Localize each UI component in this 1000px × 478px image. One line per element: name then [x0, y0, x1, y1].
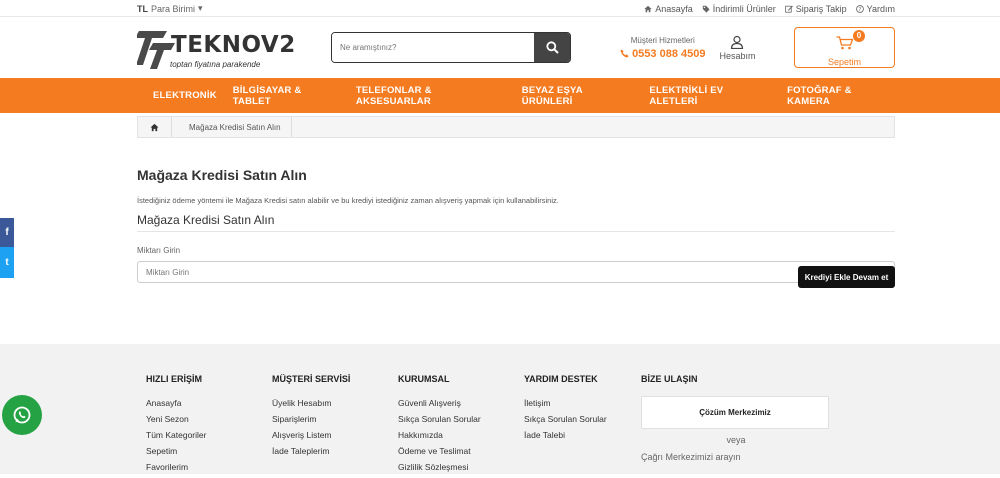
footer-col-help-support: YARDIM DESTEK İletişim Sıkça Sorulan Sor…	[524, 374, 650, 478]
footer-col-quick-access: HIZLI ERİŞİM Anasayfa Yeni Sezon Tüm Kat…	[146, 374, 272, 478]
footer-link[interactable]: Alışveriş Listem	[272, 430, 398, 440]
svg-text:?: ?	[858, 7, 861, 13]
top-link-discounts[interactable]: İndirimli Ürünler	[702, 4, 776, 14]
footer-link[interactable]: Anasayfa	[146, 398, 272, 408]
footer-col-title: BİZE ULAŞIN	[641, 374, 698, 384]
top-link-home[interactable]: Anasayfa	[644, 4, 693, 14]
nav-item-computers-tablets[interactable]: BİLGİSAYAR & TABLET	[233, 85, 340, 107]
cart-button[interactable]: 0 Sepetim	[794, 27, 895, 68]
twitter-icon[interactable]: t	[0, 247, 14, 278]
footer-col-title: YARDIM DESTEK	[524, 374, 598, 384]
question-icon: ?	[855, 4, 864, 13]
top-bar: TL Para Birimi ▾ Anasayfa İndirimli Ürün…	[0, 0, 1000, 17]
footer-link[interactable]: İade Talebi	[524, 430, 650, 440]
breadcrumb-current: Mağaza Kredisi Satın Alın	[172, 117, 292, 137]
search-bar	[331, 32, 571, 63]
support-phone: 0553 088 4509	[620, 48, 705, 60]
caret-down-icon: ▾	[198, 3, 203, 13]
footer-link[interactable]: Tüm Kategoriler	[146, 430, 272, 440]
amount-label: Miktarı Girin	[137, 246, 181, 255]
cart-icon	[836, 36, 853, 50]
cart-label: Sepetim	[827, 57, 862, 67]
tag-icon	[702, 5, 710, 13]
footer-link[interactable]: Hakkımızda	[398, 430, 524, 440]
footer-link[interactable]: Ödeme ve Teslimat	[398, 446, 524, 456]
solution-center-button[interactable]: Çözüm Merkezimiz	[641, 396, 829, 429]
footer-link[interactable]: İletişim	[524, 398, 650, 408]
top-link-order-tracking[interactable]: Sipariş Takip	[785, 4, 847, 14]
footer-col-customer-service: MÜŞTERİ SERVİSİ Üyelik Hesabım Siparişle…	[272, 374, 398, 478]
account-label: Hesabım	[719, 50, 756, 61]
customer-support[interactable]: Müşteri Hizmetleri 0553 088 4509	[620, 36, 705, 60]
or-text: veya	[726, 435, 746, 445]
home-icon	[644, 5, 652, 12]
section-title: Mağaza Kredisi Satın Alın	[137, 213, 895, 232]
amount-input[interactable]	[137, 261, 895, 283]
footer-link[interactable]: Güvenli Alışveriş	[398, 398, 524, 408]
edit-icon	[785, 5, 793, 13]
breadcrumb-home[interactable]	[138, 117, 172, 137]
nav-item-electronics[interactable]: ELEKTRONİK	[153, 90, 217, 101]
breadcrumb: Mağaza Kredisi Satın Alın	[137, 116, 895, 138]
main-nav: ELEKTRONİK BİLGİSAYAR & TABLET TELEFONLA…	[0, 78, 1000, 113]
footer-col-title: HIZLI ERİŞİM	[146, 374, 202, 384]
top-links: Anasayfa İndirimli Ürünler Sipariş Takip…	[644, 4, 895, 14]
account-link[interactable]: Hesabım	[719, 35, 756, 61]
footer-col-contact: BİZE ULAŞIN Çözüm Merkezimiz veya Çağrı …	[641, 374, 831, 478]
search-input[interactable]	[332, 33, 534, 62]
footer-link[interactable]: Siparişlerim	[272, 414, 398, 424]
site-logo[interactable]: TEKNOV2 toptan fiyatına parakende	[137, 25, 295, 71]
cart-count-badge: 0	[853, 30, 865, 42]
nav-item-home-appliances[interactable]: ELEKTRİKLİ EV ALETLERİ	[649, 85, 771, 107]
phone-icon	[620, 48, 629, 58]
footer-link[interactable]: Sepetim	[146, 446, 272, 456]
currency-selector[interactable]: TL Para Birimi ▾	[137, 3, 203, 14]
search-icon	[545, 41, 559, 54]
search-button[interactable]	[534, 33, 570, 62]
nav-item-photo-camera[interactable]: FOTOĞRAF & KAMERA	[787, 85, 895, 107]
whatsapp-icon	[13, 406, 31, 424]
footer-col-corporate: KURUMSAL Güvenli Alışveriş Sıkça Sorulan…	[398, 374, 524, 478]
logo-tagline: toptan fiyatına parakende	[170, 59, 261, 69]
facebook-icon[interactable]: f	[0, 218, 14, 247]
nav-item-white-goods[interactable]: BEYAZ EŞYA ÜRÜNLERİ	[522, 85, 634, 107]
footer-col-title: MÜŞTERİ SERVİSİ	[272, 374, 351, 384]
footer-link[interactable]: Sıkça Sorulan Sorular	[524, 414, 650, 424]
site-footer: HIZLI ERİŞİM Anasayfa Yeni Sezon Tüm Kat…	[0, 344, 1000, 474]
footer-link[interactable]: Yeni Sezon	[146, 414, 272, 424]
footer-col-title: KURUMSAL	[398, 374, 450, 384]
logo-text: TEKNOV2	[171, 31, 296, 58]
social-sidebar: f t	[0, 218, 14, 278]
currency-label: Para Birimi	[151, 3, 196, 14]
whatsapp-button[interactable]	[2, 395, 42, 435]
add-credit-button[interactable]: Krediyi Ekle Devam et	[798, 266, 895, 288]
page-description: İstediğiniz ödeme yöntemi ile Mağaza Kre…	[137, 196, 559, 205]
nav-item-phones-accessories[interactable]: TELEFONLAR & AKSESUARLAR	[356, 85, 506, 107]
support-label: Müşteri Hizmetleri	[630, 35, 695, 45]
footer-link[interactable]: Favorilerim	[146, 462, 272, 472]
top-link-help[interactable]: ? Yardım	[855, 4, 895, 14]
main-content: Mağaza Kredisi Satın Alın İstediğiniz öd…	[137, 167, 895, 288]
currency-code: TL	[137, 3, 148, 14]
page-title: Mağaza Kredisi Satın Alın	[137, 167, 307, 183]
site-header: TEKNOV2 toptan fiyatına parakende Müşter…	[0, 17, 1000, 78]
footer-link[interactable]: Sıkça Sorulan Sorular	[398, 414, 524, 424]
footer-link[interactable]: Gizlilik Sözleşmesi	[398, 462, 524, 472]
user-icon	[731, 35, 744, 49]
home-icon	[150, 123, 159, 131]
call-center-text[interactable]: Çağrı Merkezimizi arayın	[641, 452, 831, 462]
footer-link[interactable]: İade Taleplerim	[272, 446, 398, 456]
footer-link[interactable]: Üyelik Hesabım	[272, 398, 398, 408]
